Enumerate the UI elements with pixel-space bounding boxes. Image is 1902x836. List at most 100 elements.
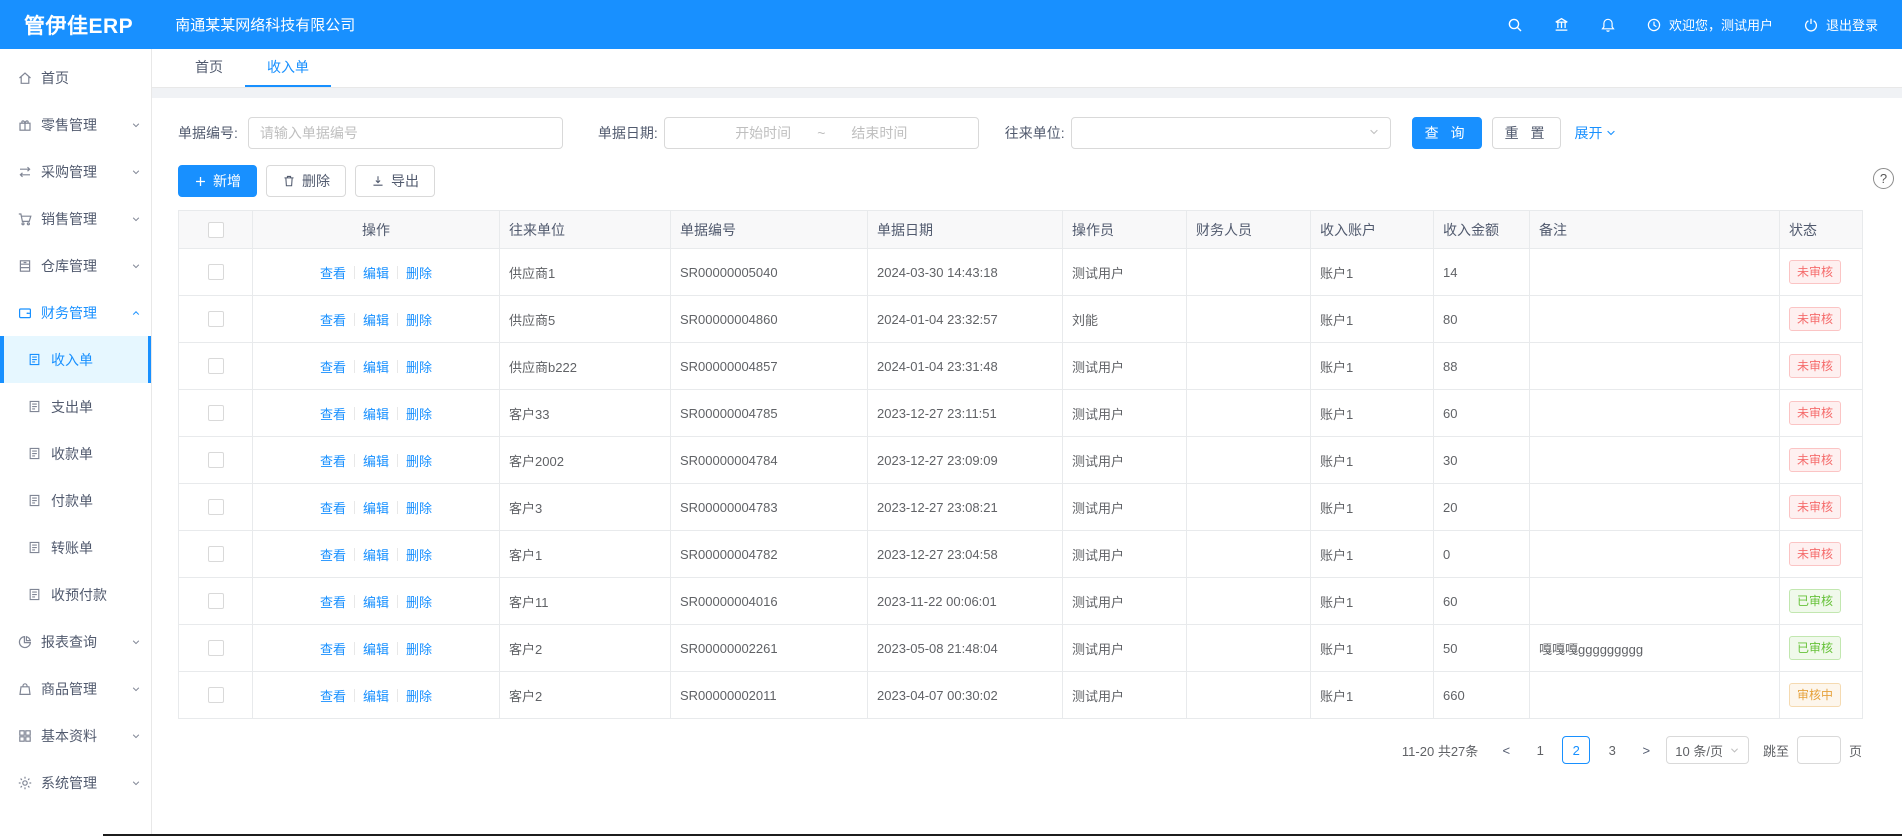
sidebar-item-receipt-bill[interactable]: 收款单 bbox=[0, 430, 151, 477]
delete-link[interactable]: 删除 bbox=[398, 357, 440, 376]
next-page-button[interactable]: > bbox=[1634, 736, 1658, 764]
view-link[interactable]: 查看 bbox=[312, 639, 354, 658]
page-button-1[interactable]: 1 bbox=[1526, 736, 1554, 764]
row-checkbox[interactable] bbox=[208, 640, 224, 656]
cell-bill-date: 2023-05-08 21:48:04 bbox=[868, 625, 1063, 672]
sidebar-item-goods[interactable]: 商品管理 bbox=[0, 665, 151, 712]
sidebar-item-expense-bill[interactable]: 支出单 bbox=[0, 383, 151, 430]
edit-link[interactable]: 编辑 bbox=[355, 686, 397, 705]
row-checkbox[interactable] bbox=[208, 593, 224, 609]
expand-link[interactable]: 展开 bbox=[1574, 123, 1617, 143]
bank-icon[interactable] bbox=[1553, 16, 1570, 33]
tab-income-bill[interactable]: 收入单 bbox=[245, 49, 331, 87]
edit-link[interactable]: 编辑 bbox=[355, 310, 397, 329]
clock-icon bbox=[1646, 17, 1662, 33]
cell-bill-date: 2023-12-27 23:08:21 bbox=[868, 484, 1063, 531]
row-checkbox[interactable] bbox=[208, 499, 224, 515]
cell-remark bbox=[1530, 296, 1780, 343]
sidebar-item-payment-bill[interactable]: 付款单 bbox=[0, 477, 151, 524]
sidebar-item-reports[interactable]: 报表查询 bbox=[0, 618, 151, 665]
reset-button[interactable]: 重 置 bbox=[1492, 117, 1562, 149]
date-range-picker[interactable]: 开始时间 ~ 结束时间 bbox=[664, 117, 979, 149]
user-welcome[interactable]: 欢迎您，测试用户 bbox=[1646, 15, 1773, 34]
edit-link[interactable]: 编辑 bbox=[355, 592, 397, 611]
cabinet-icon bbox=[17, 258, 33, 274]
cell-operator: 测试用户 bbox=[1063, 672, 1187, 719]
view-link[interactable]: 查看 bbox=[312, 310, 354, 329]
delete-link[interactable]: 删除 bbox=[398, 451, 440, 470]
sidebar-item-purchase[interactable]: 采购管理 bbox=[0, 148, 151, 195]
delete-link[interactable]: 删除 bbox=[398, 686, 440, 705]
edit-link[interactable]: 编辑 bbox=[355, 545, 397, 564]
delete-link[interactable]: 删除 bbox=[398, 545, 440, 564]
view-link[interactable]: 查看 bbox=[312, 498, 354, 517]
delete-link[interactable]: 删除 bbox=[398, 263, 440, 282]
row-checkbox[interactable] bbox=[208, 452, 224, 468]
sidebar-item-label: 基本资料 bbox=[41, 726, 97, 746]
sidebar-item-sales[interactable]: 销售管理 bbox=[0, 195, 151, 242]
edit-link[interactable]: 编辑 bbox=[355, 639, 397, 658]
sidebar-item-advance-payment[interactable]: 收预付款 bbox=[0, 571, 151, 618]
row-checkbox[interactable] bbox=[208, 687, 224, 703]
page-button-2-active[interactable]: 2 bbox=[1562, 736, 1590, 764]
view-link[interactable]: 查看 bbox=[312, 404, 354, 423]
edit-link[interactable]: 编辑 bbox=[355, 263, 397, 282]
partner-select[interactable] bbox=[1071, 117, 1391, 149]
jump-page-input[interactable] bbox=[1797, 736, 1841, 764]
gear-icon bbox=[17, 775, 33, 791]
view-link[interactable]: 查看 bbox=[312, 357, 354, 376]
sidebar-item-basic-data[interactable]: 基本资料 bbox=[0, 712, 151, 759]
sidebar-item-system[interactable]: 系统管理 bbox=[0, 759, 151, 806]
view-link[interactable]: 查看 bbox=[312, 263, 354, 282]
sidebar-item-income-bill[interactable]: 收入单 bbox=[0, 336, 151, 383]
row-checkbox[interactable] bbox=[208, 405, 224, 421]
row-checkbox[interactable] bbox=[208, 546, 224, 562]
page-button-3[interactable]: 3 bbox=[1598, 736, 1626, 764]
col-bill-date: 单据日期 bbox=[868, 211, 1063, 249]
gift-icon bbox=[17, 117, 33, 133]
page-size-select[interactable]: 10 条/页 bbox=[1666, 736, 1749, 764]
sidebar-item-warehouse[interactable]: 仓库管理 bbox=[0, 242, 151, 289]
delete-link[interactable]: 删除 bbox=[398, 592, 440, 611]
cell-remark bbox=[1530, 437, 1780, 484]
sidebar-item-finance[interactable]: 财务管理 bbox=[0, 289, 151, 336]
logout-button[interactable]: 退出登录 bbox=[1803, 15, 1878, 34]
select-all-checkbox[interactable] bbox=[208, 222, 224, 238]
notification-bell-icon[interactable] bbox=[1600, 17, 1616, 33]
cell-income-amount: 14 bbox=[1434, 249, 1530, 296]
status-badge: 审核中 bbox=[1789, 683, 1841, 707]
edit-link[interactable]: 编辑 bbox=[355, 404, 397, 423]
cell-bill-date: 2024-01-04 23:32:57 bbox=[868, 296, 1063, 343]
delete-link[interactable]: 删除 bbox=[398, 639, 440, 658]
delete-button[interactable]: 删除 bbox=[266, 165, 346, 197]
tab-home[interactable]: 首页 bbox=[173, 49, 245, 87]
cell-income-account: 账户1 bbox=[1311, 296, 1434, 343]
query-button[interactable]: 查 询 bbox=[1412, 117, 1482, 149]
edit-link[interactable]: 编辑 bbox=[355, 498, 397, 517]
table-row: 查看编辑删除 客户2 SR00000002261 2023-05-08 21:4… bbox=[179, 625, 1863, 672]
edit-link[interactable]: 编辑 bbox=[355, 357, 397, 376]
bill-no-input[interactable] bbox=[248, 117, 563, 149]
view-link[interactable]: 查看 bbox=[312, 451, 354, 470]
row-checkbox[interactable] bbox=[208, 311, 224, 327]
table-row: 查看编辑删除 客户11 SR00000004016 2023-11-22 00:… bbox=[179, 578, 1863, 625]
export-button[interactable]: 导出 bbox=[355, 165, 435, 197]
sidebar-item-retail[interactable]: 零售管理 bbox=[0, 101, 151, 148]
welcome-text: 欢迎您，测试用户 bbox=[1669, 15, 1773, 34]
delete-link[interactable]: 删除 bbox=[398, 310, 440, 329]
sidebar-item-home[interactable]: 首页 bbox=[0, 54, 151, 101]
help-icon[interactable]: ? bbox=[1873, 168, 1894, 189]
view-link[interactable]: 查看 bbox=[312, 592, 354, 611]
view-link[interactable]: 查看 bbox=[312, 545, 354, 564]
sidebar-item-transfer-bill[interactable]: 转账单 bbox=[0, 524, 151, 571]
delete-link[interactable]: 删除 bbox=[398, 498, 440, 517]
add-button[interactable]: 新增 bbox=[178, 165, 257, 197]
row-checkbox[interactable] bbox=[208, 358, 224, 374]
delete-link[interactable]: 删除 bbox=[398, 404, 440, 423]
row-checkbox[interactable] bbox=[208, 264, 224, 280]
view-link[interactable]: 查看 bbox=[312, 686, 354, 705]
search-icon[interactable] bbox=[1507, 17, 1523, 33]
prev-page-button[interactable]: < bbox=[1494, 736, 1518, 764]
cell-operator: 测试用户 bbox=[1063, 625, 1187, 672]
edit-link[interactable]: 编辑 bbox=[355, 451, 397, 470]
